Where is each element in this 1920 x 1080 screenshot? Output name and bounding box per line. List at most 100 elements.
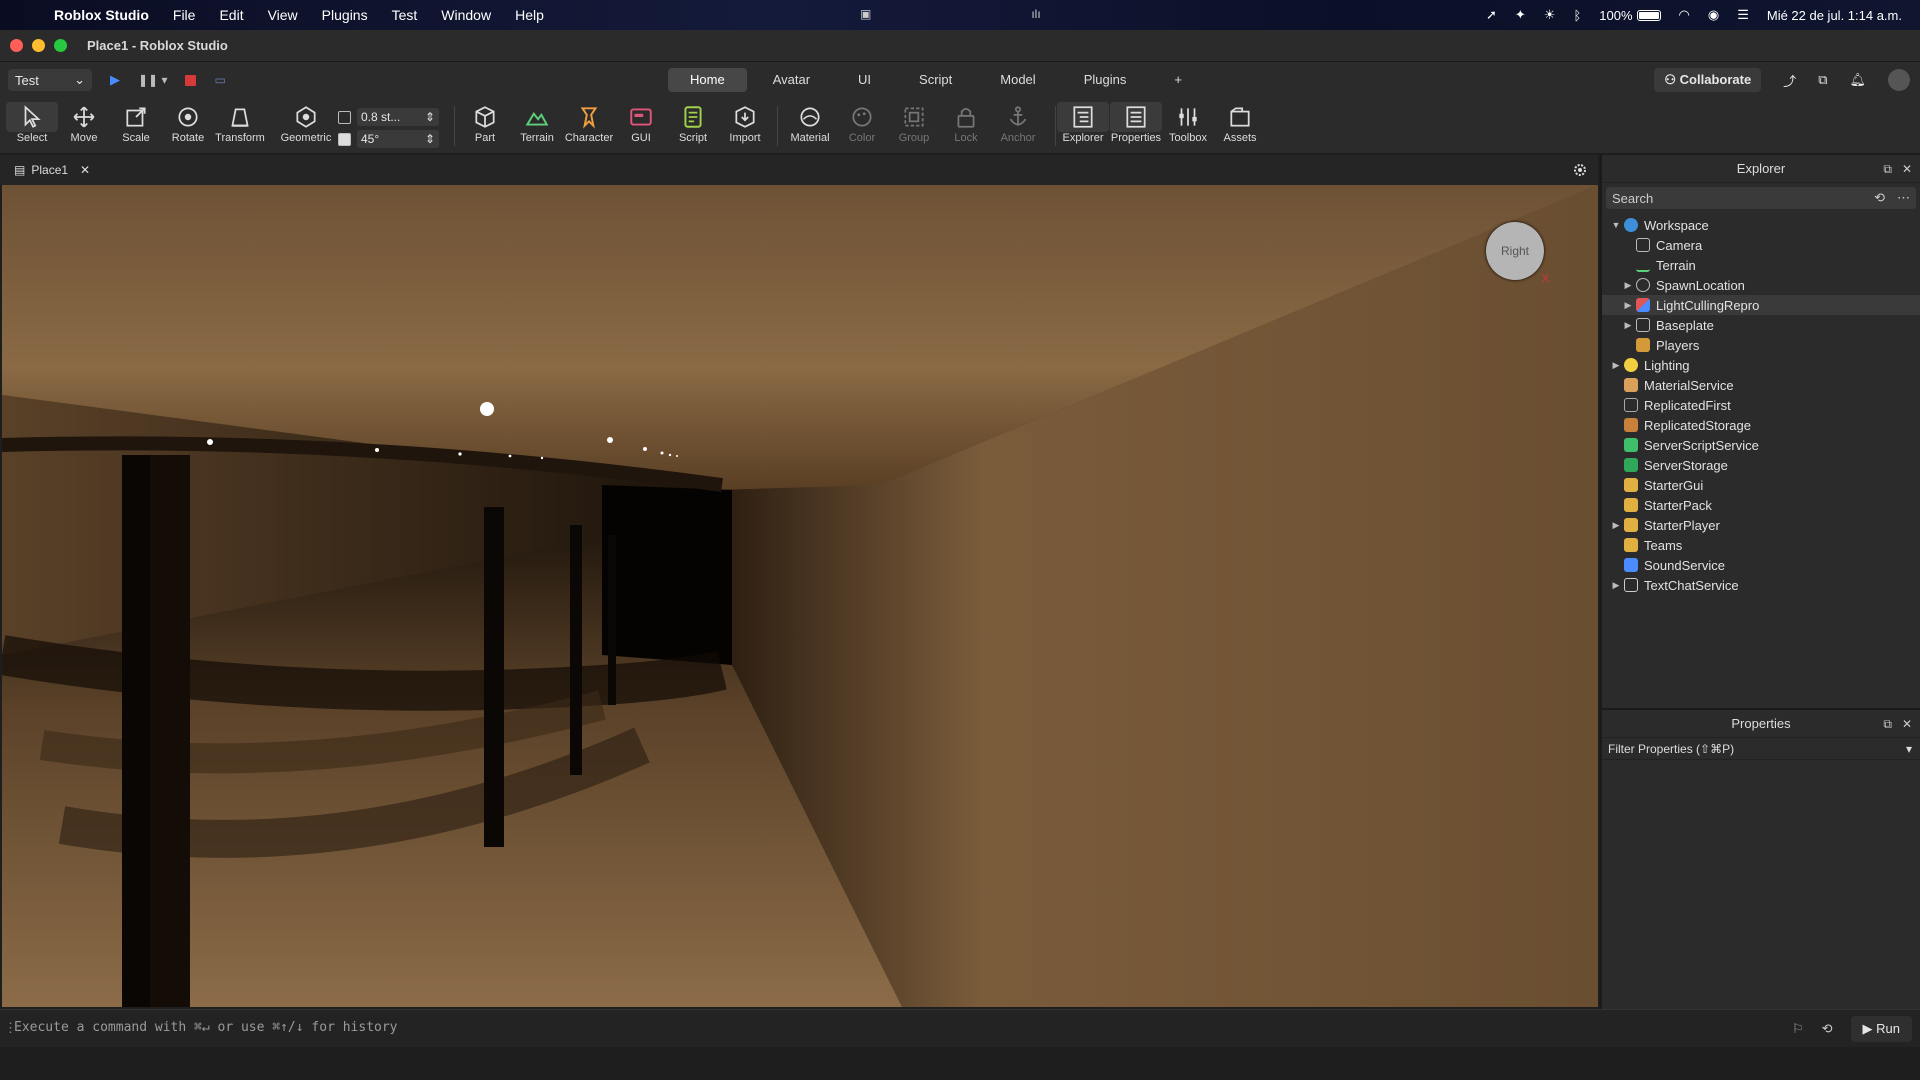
run-button[interactable]: ▶ Run [1850, 1016, 1912, 1042]
collapsed-arrow-icon[interactable]: ▶ [1622, 280, 1634, 291]
mode-dropdown[interactable]: Test ⌄ [8, 69, 92, 91]
anchor-tool-button[interactable]: Anchor [992, 102, 1044, 144]
more-icon[interactable]: ⋯ [1897, 190, 1910, 206]
sparkle-icon[interactable]: ✦ [1515, 7, 1526, 23]
menu-plugins[interactable]: Plugins [310, 7, 380, 23]
screen-icon[interactable]: ▭ [214, 73, 225, 87]
tree-item-starterplayer[interactable]: ▶ StarterPlayer [1602, 515, 1920, 535]
tab-ui[interactable]: UI [836, 68, 893, 92]
bell-icon[interactable]: 🔔︎ [1849, 72, 1866, 88]
wifi-icon[interactable]: ◠ [1679, 7, 1690, 23]
game-controller-icon[interactable]: ▣ [860, 7, 871, 21]
menu-file[interactable]: File [161, 7, 208, 23]
explorer-search-input[interactable]: Search ⟲ ⋯ [1606, 187, 1916, 209]
tree-item-spawnlocation[interactable]: ▶ SpawnLocation [1602, 275, 1920, 295]
material-tool-button[interactable]: Material [784, 102, 836, 144]
stepper-icon[interactable]: ⇕ [425, 110, 435, 124]
siri-icon[interactable]: ◉ [1708, 7, 1719, 23]
assets-tool-button[interactable]: Assets [1214, 102, 1266, 144]
move-snap-field[interactable]: 0.8 st... ⇕ [357, 108, 439, 126]
tab-script[interactable]: Script [897, 68, 974, 92]
tree-item-baseplate[interactable]: ▶ Baseplate [1602, 315, 1920, 335]
move-snap-checkbox[interactable] [338, 110, 351, 124]
tree-item-startergui[interactable]: StarterGui [1602, 475, 1920, 495]
history-icon[interactable]: ⟲ [1822, 1021, 1833, 1037]
menu-test[interactable]: Test [380, 7, 430, 23]
menu-view[interactable]: View [256, 7, 310, 23]
tree-item-workspace[interactable]: ▼ Workspace [1602, 215, 1920, 235]
menu-clock[interactable]: Mié 22 de jul. 1:14 a.m. [1767, 8, 1902, 23]
gui-tool-button[interactable]: GUI [615, 102, 667, 144]
geometric-tool-button[interactable]: Geometric [280, 102, 332, 144]
tab-plugins[interactable]: Plugins [1062, 68, 1149, 92]
tab-home[interactable]: Home [668, 68, 747, 92]
zoom-window-button[interactable] [54, 39, 67, 52]
scale-tool-button[interactable]: Scale [110, 102, 162, 144]
menu-edit[interactable]: Edit [207, 7, 255, 23]
script-tool-button[interactable]: Script [667, 102, 719, 144]
select-tool-button[interactable]: Select [6, 102, 58, 144]
tree-item-starterpack[interactable]: StarterPack [1602, 495, 1920, 515]
close-icon[interactable]: ✕ [1902, 717, 1912, 732]
bluetooth-icon[interactable]: ᛒ [1573, 8, 1581, 23]
view-cube[interactable]: Right [1486, 222, 1544, 280]
3d-viewport[interactable]: Right X [2, 185, 1598, 1007]
chevron-down-icon[interactable]: ▾ [1906, 742, 1912, 756]
lock-tool-button[interactable]: Lock [940, 102, 992, 144]
terrain-tool-button[interactable]: Terrain [511, 102, 563, 144]
close-window-button[interactable] [10, 39, 23, 52]
explorer-tool-button[interactable]: Explorer [1057, 102, 1109, 144]
tree-item-serverstorage[interactable]: ServerStorage [1602, 455, 1920, 475]
tree-item-camera[interactable]: Camera [1602, 235, 1920, 255]
toolbox-tool-button[interactable]: Toolbox [1162, 102, 1214, 144]
rotate-snap-checkbox[interactable] [338, 132, 351, 146]
color-tool-button[interactable]: Color [836, 102, 888, 144]
tree-item-teams[interactable]: Teams [1602, 535, 1920, 555]
collapsed-arrow-icon[interactable]: ▶ [1610, 580, 1622, 591]
stepper-icon[interactable]: ⇕ [425, 132, 435, 146]
close-icon[interactable]: ✕ [1902, 162, 1912, 177]
history-icon[interactable]: ⟲ [1874, 190, 1885, 206]
character-tool-button[interactable]: Character [563, 102, 615, 144]
bookmark-icon[interactable]: ⚐ [1792, 1021, 1804, 1037]
avatar[interactable] [1888, 69, 1910, 91]
menu-help[interactable]: Help [503, 7, 556, 23]
command-input[interactable]: Execute a command with ⌘↵ or use ⌘↑/↓ fo… [14, 1020, 398, 1035]
rotate-snap-field[interactable]: 45° ⇕ [357, 130, 439, 148]
rocket-icon[interactable]: ➚ [1486, 7, 1497, 23]
pause-icon[interactable]: ❚❚ ▾ [138, 73, 167, 87]
close-tab-icon[interactable]: ✕ [80, 163, 90, 177]
tab-model[interactable]: Model [978, 68, 1057, 92]
tree-item-lightcullingrepro[interactable]: ▶ LightCullingRepro [1602, 295, 1920, 315]
brightness-icon[interactable]: ☀ [1544, 7, 1556, 23]
share-icon[interactable]: ⤴ [1783, 71, 1796, 90]
tree-item-players[interactable]: Players [1602, 335, 1920, 355]
tree-item-terrain[interactable]: Terrain [1602, 255, 1920, 275]
collaborate-button[interactable]: ⚇ Collaborate [1654, 68, 1762, 92]
tree-item-lighting[interactable]: ▶ Lighting [1602, 355, 1920, 375]
puzzle-icon[interactable]: ⧉ [1818, 72, 1827, 88]
add-tab-button[interactable]: + [1152, 68, 1204, 92]
tree-item-materialservice[interactable]: MaterialService [1602, 375, 1920, 395]
transform-tool-button[interactable]: Transform [214, 102, 266, 144]
tree-item-textchatservice[interactable]: ▶ TextChatService [1602, 575, 1920, 595]
tree-item-replicatedstorage[interactable]: ReplicatedStorage [1602, 415, 1920, 435]
menu-window[interactable]: Window [429, 7, 503, 23]
tree-item-soundservice[interactable]: SoundService [1602, 555, 1920, 575]
audio-level-icon[interactable]: ılı [1031, 7, 1040, 21]
part-tool-button[interactable]: Part [459, 102, 511, 144]
collapsed-arrow-icon[interactable]: ▶ [1610, 520, 1622, 531]
gear-icon[interactable] [1572, 162, 1588, 178]
popout-icon[interactable]: ⧉ [1883, 162, 1892, 177]
group-tool-button[interactable]: Group [888, 102, 940, 144]
collapsed-arrow-icon[interactable]: ▶ [1622, 320, 1634, 331]
battery-status[interactable]: 100% [1599, 8, 1661, 23]
rotate-tool-button[interactable]: Rotate [162, 102, 214, 144]
minimize-window-button[interactable] [32, 39, 45, 52]
move-tool-button[interactable]: Move [58, 102, 110, 144]
filter-properties-input[interactable]: Filter Properties (⇧⌘P) ▾ [1602, 738, 1920, 760]
menu-app-name[interactable]: Roblox Studio [54, 7, 161, 23]
tree-item-replicatedfirst[interactable]: ReplicatedFirst [1602, 395, 1920, 415]
stop-icon[interactable] [185, 74, 197, 86]
control-center-icon[interactable]: ☰ [1737, 7, 1749, 23]
